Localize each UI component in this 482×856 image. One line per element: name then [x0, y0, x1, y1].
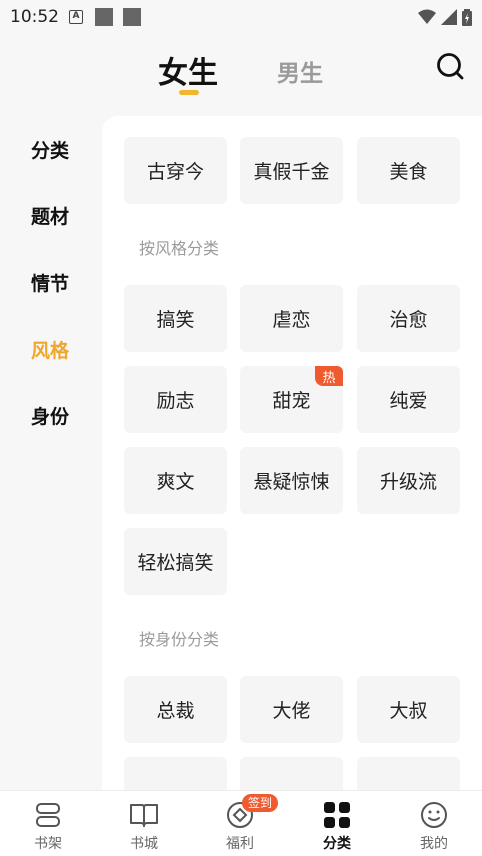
category-chip[interactable]: 美食	[357, 137, 460, 204]
sidebar-item-identity[interactable]: 身份	[31, 402, 69, 429]
hot-badge: 热	[315, 366, 343, 386]
sidebar-item-category[interactable]: 分类	[31, 136, 69, 163]
open-book-icon	[130, 804, 158, 827]
category-chip[interactable]: 总裁	[124, 676, 227, 743]
category-chip[interactable]: 虐恋	[240, 285, 343, 352]
tab-female[interactable]: 女生	[158, 48, 218, 92]
bottom-nav-label: 书架	[34, 836, 62, 852]
category-chip[interactable]: 轻松搞笑	[124, 528, 227, 595]
search-button[interactable]	[436, 52, 464, 80]
category-chip[interactable]: 治愈	[357, 285, 460, 352]
category-chip-hot[interactable]: 甜宠 热	[240, 366, 343, 433]
bookshelf-icon	[36, 803, 60, 827]
category-chip[interactable]: 爽文	[124, 447, 227, 514]
wifi-icon	[418, 9, 436, 24]
gender-tabs: 女生 男生	[0, 34, 482, 108]
keyboard-notification-icon: A	[69, 10, 83, 24]
signin-badge: 签到	[242, 794, 279, 812]
category-chip[interactable]	[240, 757, 343, 790]
bottom-nav-bookstore[interactable]: 书城	[96, 791, 192, 856]
category-chip[interactable]: 大叔	[357, 676, 460, 743]
category-content-panel[interactable]: 古穿今 真假千金 美食 按风格分类 搞笑 虐恋 治愈 励志 甜宠 热 纯爱 爽文…	[102, 116, 482, 790]
category-chip-label: 甜宠	[272, 390, 311, 412]
notification-square-icon	[123, 8, 141, 26]
bottom-nav-label: 分类	[323, 836, 351, 852]
category-chip[interactable]: 古穿今	[124, 137, 227, 204]
bottom-nav-profile[interactable]: 我的	[386, 791, 482, 856]
category-chip[interactable]: 悬疑惊悚	[240, 447, 343, 514]
sidebar-item-theme[interactable]: 题材	[31, 202, 69, 229]
bottom-nav-label: 书城	[130, 836, 158, 852]
tab-male[interactable]: 男生	[277, 54, 323, 88]
smiley-icon	[421, 802, 447, 828]
sidebar-item-style[interactable]: 风格	[31, 336, 69, 363]
section-title-identity: 按身份分类	[139, 630, 220, 649]
active-tab-indicator	[179, 90, 199, 95]
section-title-style: 按风格分类	[139, 239, 220, 258]
category-chip[interactable]: 升级流	[357, 447, 460, 514]
notification-square-icon	[95, 8, 113, 26]
bottom-nav-category[interactable]: 分类	[289, 791, 385, 856]
bottom-nav-label: 福利	[226, 836, 254, 852]
bottom-nav-bookshelf[interactable]: 书架	[0, 791, 96, 856]
category-chip[interactable]	[357, 757, 460, 790]
category-chip[interactable]: 真假千金	[240, 137, 343, 204]
category-chip[interactable]: 纯爱	[357, 366, 460, 433]
category-chip[interactable]: 搞笑	[124, 285, 227, 352]
signal-icon	[441, 9, 457, 25]
search-icon	[437, 53, 464, 80]
battery-icon	[462, 8, 472, 26]
status-bar: 10:52 A	[0, 0, 482, 34]
bottom-nav-label: 我的	[420, 836, 448, 852]
sidebar-item-plot[interactable]: 情节	[31, 269, 69, 296]
status-time: 10:52	[10, 7, 59, 27]
bottom-navigation: 书架 书城 福利 签到 分类 我的	[0, 790, 482, 856]
category-chip[interactable]: 励志	[124, 366, 227, 433]
category-chip[interactable]	[124, 757, 227, 790]
category-chip[interactable]: 大佬	[240, 676, 343, 743]
category-grid-icon	[324, 802, 350, 828]
